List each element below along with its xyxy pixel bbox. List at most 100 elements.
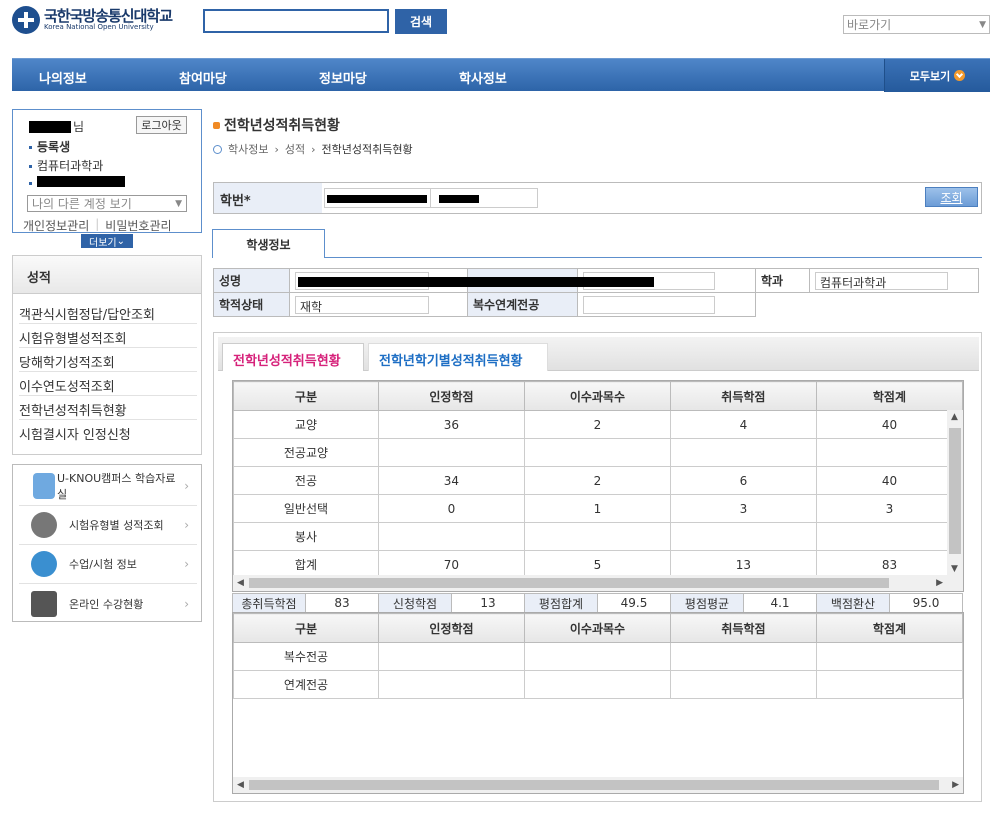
search-input[interactable] <box>203 9 389 33</box>
monitor-icon <box>31 590 57 617</box>
double-major-label: 복수연계전공 <box>467 292 578 317</box>
breadcrumb-current: 전학년성적취득현황 <box>321 143 413 156</box>
quick-link-class-info[interactable]: 수업/시험 정보 › <box>19 545 197 584</box>
quick-link-uknou[interactable]: U-KNOU캠퍼스 학습자료실 › <box>19 467 197 506</box>
table-cell: 전공교양 <box>233 438 379 467</box>
nav-item-my-info[interactable]: 나의정보 <box>39 68 87 87</box>
table-row: 연계전공 <box>233 670 963 699</box>
horizontal-scrollbar[interactable]: ◀ ▶ <box>233 777 963 793</box>
table-cell <box>815 438 963 467</box>
logo-english-text: Korea National Open University <box>44 23 154 31</box>
chevron-right-icon: › <box>184 518 189 532</box>
table-cell: 40 <box>815 410 963 439</box>
table-row: 교양 36 2 4 40 <box>233 410 963 439</box>
summary-value: 13 <box>451 593 525 613</box>
table-cell: 6 <box>669 466 817 495</box>
table-cell <box>524 642 671 671</box>
redacted-student-id <box>37 176 125 187</box>
university-logo[interactable]: 국한국방송통신대학교 Korea National Open Universit… <box>12 6 173 34</box>
search-button[interactable]: 검색 <box>395 9 447 34</box>
breadcrumb-item[interactable]: 학사정보 <box>228 141 268 157</box>
quick-link-online-course[interactable]: 온라인 수강현황 › <box>19 584 197 623</box>
scroll-up-icon[interactable]: ▲ <box>951 412 958 422</box>
page-title-text: 전학년성적취득현황 <box>224 118 340 134</box>
table-cell <box>815 522 963 551</box>
logout-button[interactable]: 로그아웃 <box>136 116 187 134</box>
chevron-down-icon: ⌄ <box>116 235 125 247</box>
menu-item-year-grades[interactable]: 이수연도성적조회 <box>19 372 197 396</box>
student-id-label: 학번* <box>214 183 322 213</box>
logo-korean-text: 국한국방송통신대학교 <box>44 7 173 25</box>
menu-title: 성적 <box>13 256 201 294</box>
tab-student-info[interactable]: 학생정보 <box>212 229 325 258</box>
student-search-row: 학번* 조회 <box>213 182 982 214</box>
u-knou-logo-icon <box>33 473 55 499</box>
table-cell <box>524 670 671 699</box>
column-header: 이수과목수 <box>524 613 671 643</box>
scroll-right-icon[interactable]: ▶ <box>952 780 959 790</box>
scroll-left-icon[interactable]: ◀ <box>237 780 244 790</box>
table-row: 전공 34 2 6 40 <box>233 466 963 495</box>
account-select[interactable]: 나의 다른 계정 보기 ▼ <box>27 195 187 212</box>
main-nav: 나의정보 참여마당 정보마당 학사정보 모두보기 <box>12 58 990 92</box>
column-header: 이수과목수 <box>523 381 671 411</box>
password-link[interactable]: 비밀번호관리 <box>105 217 171 234</box>
profile-link[interactable]: 개인정보관리 <box>23 217 89 234</box>
scroll-down-icon[interactable]: ▼ <box>951 564 958 574</box>
table-cell <box>669 438 817 467</box>
nav-item-information[interactable]: 정보마당 <box>319 68 367 87</box>
scroll-thumb[interactable] <box>949 428 961 554</box>
name-label: 성명 <box>213 268 290 293</box>
quick-link-exam-grades[interactable]: 시험유형별 성적조회 › <box>19 506 197 545</box>
summary-table: 총취득학점 83 신청학점 13 평점합계 49.5 평점평균 4.1 백점환산 95.0 <box>232 593 963 613</box>
table-cell: 2 <box>523 466 671 495</box>
view-all-button[interactable]: 모두보기 <box>884 59 990 92</box>
query-button[interactable]: 조회 <box>925 187 978 207</box>
bullet-icon <box>29 165 32 168</box>
nav-item-academic[interactable]: 학사정보 <box>459 68 507 87</box>
menu-item-answer-check[interactable]: 객관식시험정답/답안조회 <box>19 300 197 324</box>
goto-select[interactable]: 바로가기 ▼ <box>843 15 990 34</box>
column-header: 학점계 <box>815 613 963 643</box>
summary-value: 4.1 <box>743 593 817 613</box>
more-button[interactable]: 더보기 ⌄ <box>81 234 133 249</box>
table-cell: 40 <box>815 466 963 495</box>
table-cell: 0 <box>377 494 525 523</box>
menu-item-all-years-credits[interactable]: 전학년성적취득현황 <box>19 396 197 420</box>
credits-grid: 구분 인정학점 이수과목수 취득학점 학점계 교양 36 2 4 40 전공교양 전공 34 2 6 40 일… <box>232 380 964 592</box>
tab-all-years-credits[interactable]: 전학년성적취득현황 <box>222 343 364 371</box>
scroll-thumb[interactable] <box>249 578 889 588</box>
vertical-scrollbar[interactable]: ▲ ▼ <box>947 410 963 576</box>
column-header: 구분 <box>233 381 379 411</box>
menu-item-absence-request[interactable]: 시험결시자 인정신청 <box>19 420 197 444</box>
table-row: 복수전공 <box>233 642 963 671</box>
summary-value: 95.0 <box>889 593 963 613</box>
horizontal-scrollbar[interactable]: ◀ ▶ <box>233 575 963 591</box>
quick-link-label: U-KNOU캠퍼스 학습자료실 <box>57 472 176 501</box>
table-cell: 4 <box>669 410 817 439</box>
exam-icon <box>31 512 57 538</box>
table-cell: 36 <box>377 410 525 439</box>
breadcrumb-item[interactable]: 성적 <box>285 141 305 157</box>
scroll-left-icon[interactable]: ◀ <box>237 578 244 588</box>
dept-label: 학과 <box>755 268 810 293</box>
column-header: 인정학점 <box>378 613 525 643</box>
credits-table: 구분 인정학점 이수과목수 취득학점 학점계 교양 36 2 4 40 전공교양 전공 34 2 6 40 일… <box>233 381 963 579</box>
breadcrumb: 학사정보 › 성적 › 전학년성적취득현황 <box>213 141 413 157</box>
tab-semester-credits[interactable]: 전학년학기별성적취득현황 <box>368 343 548 371</box>
table-cell <box>669 642 817 671</box>
account-select-label: 나의 다른 계정 보기 <box>32 197 132 211</box>
scroll-thumb[interactable] <box>249 780 939 790</box>
grade-tab-bar: 전학년성적취득현황 전학년학기별성적취득현황 <box>218 337 979 371</box>
student-name-input[interactable] <box>430 188 538 208</box>
nav-item-participation[interactable]: 참여마당 <box>179 68 227 87</box>
scroll-right-icon[interactable]: ▶ <box>936 578 943 588</box>
menu-item-semester-grades[interactable]: 당해학기성적조회 <box>19 348 197 372</box>
headset-icon <box>31 551 57 577</box>
status-label: 학적상태 <box>213 292 290 317</box>
bullet-icon <box>29 182 32 185</box>
table-row: 전공교양 <box>233 438 963 467</box>
menu-item-exam-type-grades[interactable]: 시험유형별성적조회 <box>19 324 197 348</box>
redacted-name <box>29 120 71 133</box>
chevron-right-icon: › <box>184 557 189 571</box>
